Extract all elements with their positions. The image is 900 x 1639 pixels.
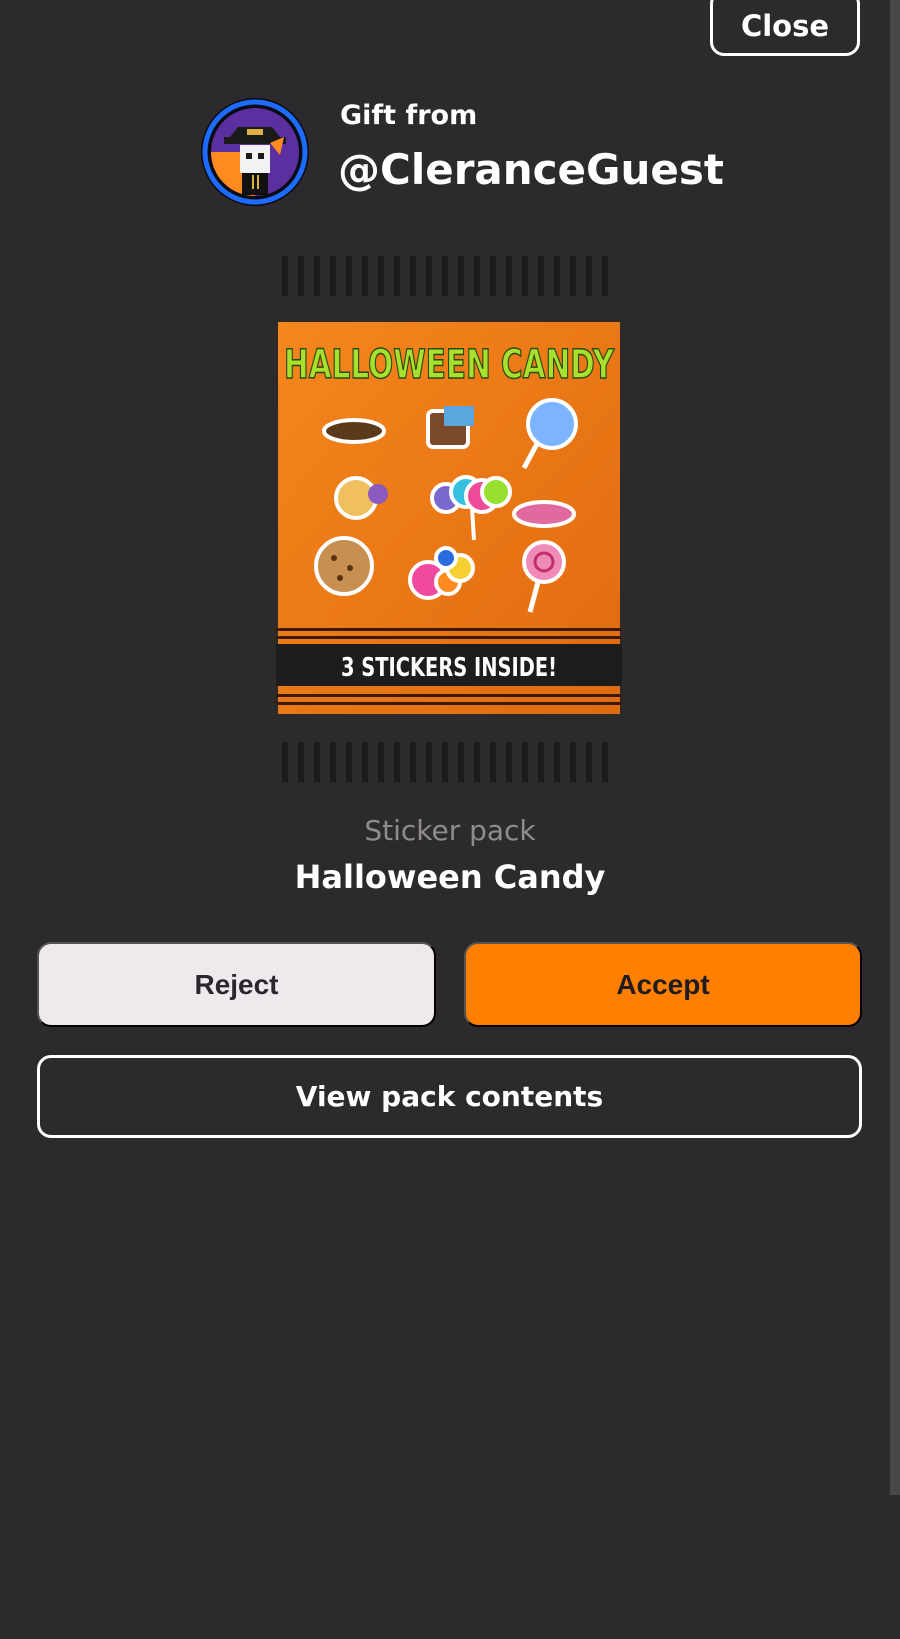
accept-button[interactable]: Accept [464,942,862,1027]
avatar [200,97,310,207]
scrollbar[interactable] [890,0,900,1495]
pack-art-banner: 3 STICKERS INSIDE! [341,653,557,683]
close-button[interactable]: Close [710,0,860,56]
pack-art-title: HALLOWEEN CANDY [284,342,615,388]
sender-username: @CleranceGuest [338,145,724,194]
sticker-pack-image: HALLOWEEN CANDY 3 STICKERS INSIDE! [268,246,630,792]
pack-type-label: Sticker pack [364,814,536,847]
pack-name: Halloween Candy [294,858,606,896]
gift-from-label: Gift from [340,100,478,131]
view-pack-contents-button[interactable]: View pack contents [37,1055,862,1138]
reject-button[interactable]: Reject [37,942,436,1027]
